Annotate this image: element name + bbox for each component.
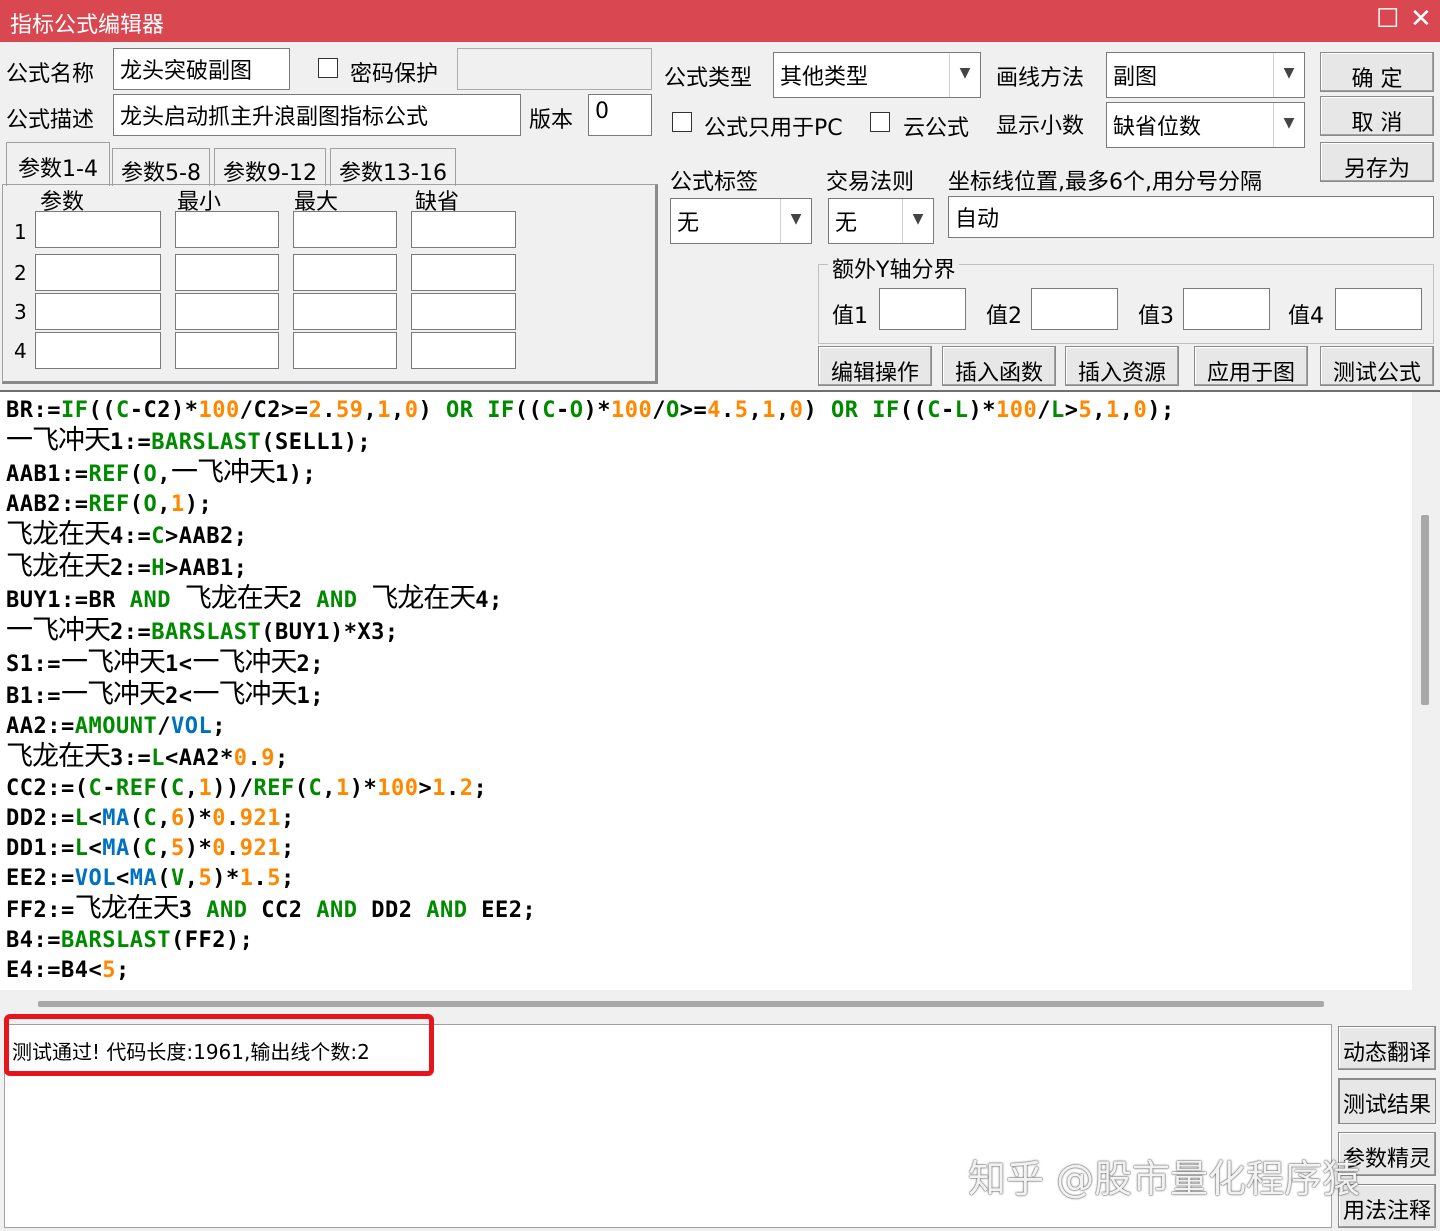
draw-method-label: 画线方法 xyxy=(996,66,1085,91)
code-text: BR:=IF((C-C2)*100/C2>=2.59,1,0) OR IF((C… xyxy=(6,398,1175,990)
extra-y-axis-label: 额外Y轴分界 xyxy=(828,252,960,284)
decimals-label: 显示小数 xyxy=(996,114,1085,139)
tab-params-9-12[interactable]: 参数9-12 xyxy=(214,148,326,186)
param-2-min-input[interactable] xyxy=(175,254,279,291)
axis-position-input[interactable]: 自动 xyxy=(948,196,1434,238)
chevron-down-icon[interactable]: ▼ xyxy=(1273,53,1304,97)
chevron-down-icon[interactable]: ▼ xyxy=(1273,103,1304,147)
tab-params-1-4[interactable]: 参数1-4 xyxy=(6,142,110,186)
formula-tag-select[interactable]: 无 ▼ xyxy=(670,198,812,244)
formula-type-value: 其他类型 xyxy=(780,65,869,90)
param-4-name-input[interactable] xyxy=(35,332,161,369)
y-value-4-input[interactable] xyxy=(1335,288,1422,330)
editor-vertical-scroll-thumb[interactable] xyxy=(1421,515,1429,705)
pc-only-label: 公式只用于PC xyxy=(704,116,843,141)
window-title: 指标公式编辑器 xyxy=(10,13,165,38)
edit-ops-button[interactable]: 编辑操作 xyxy=(818,346,932,386)
trade-rule-label: 交易法则 xyxy=(826,170,915,195)
cloud-formula-label: 云公式 xyxy=(903,116,970,141)
watermark: 知乎 @股市量化程序猿 xyxy=(968,1157,1361,1201)
y-value-1-input[interactable] xyxy=(879,288,966,330)
draw-method-select[interactable]: 副图 ▼ xyxy=(1106,52,1305,98)
param-row-number: 4 xyxy=(14,339,27,363)
formula-tag-value: 无 xyxy=(677,211,700,236)
formula-name-label: 公式名称 xyxy=(6,62,95,87)
cancel-button[interactable]: 取 消 xyxy=(1320,96,1434,136)
decimals-value: 缺省位数 xyxy=(1113,115,1202,140)
formula-desc-label: 公式描述 xyxy=(6,108,95,133)
param-row-number: 2 xyxy=(14,261,27,285)
pc-only-checkbox[interactable] xyxy=(672,112,692,132)
ok-button[interactable]: 确 定 xyxy=(1320,52,1434,92)
param-1-max-input[interactable] xyxy=(293,211,397,248)
param-1-name-input[interactable] xyxy=(35,211,161,248)
save-as-button[interactable]: 另存为 xyxy=(1320,142,1434,182)
param-3-min-input[interactable] xyxy=(175,293,279,330)
formula-name-input[interactable]: 龙头突破副图 xyxy=(113,48,290,90)
password-label: 密码保护 xyxy=(350,62,439,87)
y-value-2-label: 值2 xyxy=(986,304,1022,329)
param-4-min-input[interactable] xyxy=(175,332,279,369)
trade-rule-select[interactable]: 无 ▼ xyxy=(828,198,934,244)
param-row-number: 1 xyxy=(14,220,27,244)
version-input[interactable]: 0 xyxy=(588,94,652,136)
close-icon[interactable]: ✕ xyxy=(1410,4,1432,34)
y-value-3-input[interactable] xyxy=(1183,288,1270,330)
formula-desc-input[interactable]: 龙头启动抓主升浪副图指标公式 xyxy=(113,94,521,136)
test-result-button[interactable]: 测试结果 xyxy=(1338,1078,1436,1124)
tab-params-13-16[interactable]: 参数13-16 xyxy=(330,148,456,186)
title-bar xyxy=(0,0,1440,42)
trade-rule-value: 无 xyxy=(835,211,858,236)
dynamic-translate-button[interactable]: 动态翻译 xyxy=(1338,1026,1436,1070)
y-value-1-label: 值1 xyxy=(832,304,868,329)
param-4-default-input[interactable] xyxy=(411,332,516,369)
maximize-icon[interactable]: ☐ xyxy=(1376,4,1399,34)
param-1-default-input[interactable] xyxy=(411,211,516,248)
draw-method-value: 副图 xyxy=(1113,65,1158,90)
test-formula-button[interactable]: 测试公式 xyxy=(1320,346,1434,386)
insert-function-button[interactable]: 插入函数 xyxy=(942,346,1056,386)
code-editor[interactable]: BR:=IF((C-C2)*100/C2>=2.59,1,0) OR IF((C… xyxy=(0,390,1440,990)
param-row-number: 3 xyxy=(14,300,27,324)
password-input xyxy=(457,48,652,90)
highlight-box xyxy=(4,1014,434,1076)
chevron-down-icon[interactable]: ▼ xyxy=(949,53,980,97)
tab-params-5-8[interactable]: 参数5-8 xyxy=(112,148,210,186)
version-label: 版本 xyxy=(529,108,574,133)
chevron-down-icon[interactable]: ▼ xyxy=(902,199,933,243)
formula-tag-label: 公式标签 xyxy=(670,170,759,195)
param-2-max-input[interactable] xyxy=(293,254,397,291)
password-checkbox[interactable] xyxy=(318,58,338,78)
param-3-name-input[interactable] xyxy=(35,293,161,330)
chevron-down-icon[interactable]: ▼ xyxy=(780,199,811,243)
y-value-2-input[interactable] xyxy=(1031,288,1118,330)
editor-horizontal-scroll-thumb[interactable] xyxy=(38,1001,1324,1007)
formula-type-select[interactable]: 其他类型 ▼ xyxy=(773,52,981,98)
param-4-max-input[interactable] xyxy=(293,332,397,369)
axis-position-label: 坐标线位置,最多6个,用分号分隔 xyxy=(948,170,1262,195)
decimals-select[interactable]: 缺省位数 ▼ xyxy=(1106,102,1305,148)
y-value-3-label: 值3 xyxy=(1138,304,1174,329)
param-2-default-input[interactable] xyxy=(411,254,516,291)
insert-resource-button[interactable]: 插入资源 xyxy=(1065,346,1179,386)
param-1-min-input[interactable] xyxy=(175,211,279,248)
apply-to-chart-button[interactable]: 应用于图 xyxy=(1194,346,1308,386)
param-3-max-input[interactable] xyxy=(293,293,397,330)
cloud-formula-checkbox[interactable] xyxy=(870,112,890,132)
y-value-4-label: 值4 xyxy=(1288,304,1324,329)
param-3-default-input[interactable] xyxy=(411,293,516,330)
param-2-name-input[interactable] xyxy=(35,254,161,291)
formula-type-label: 公式类型 xyxy=(664,66,753,91)
